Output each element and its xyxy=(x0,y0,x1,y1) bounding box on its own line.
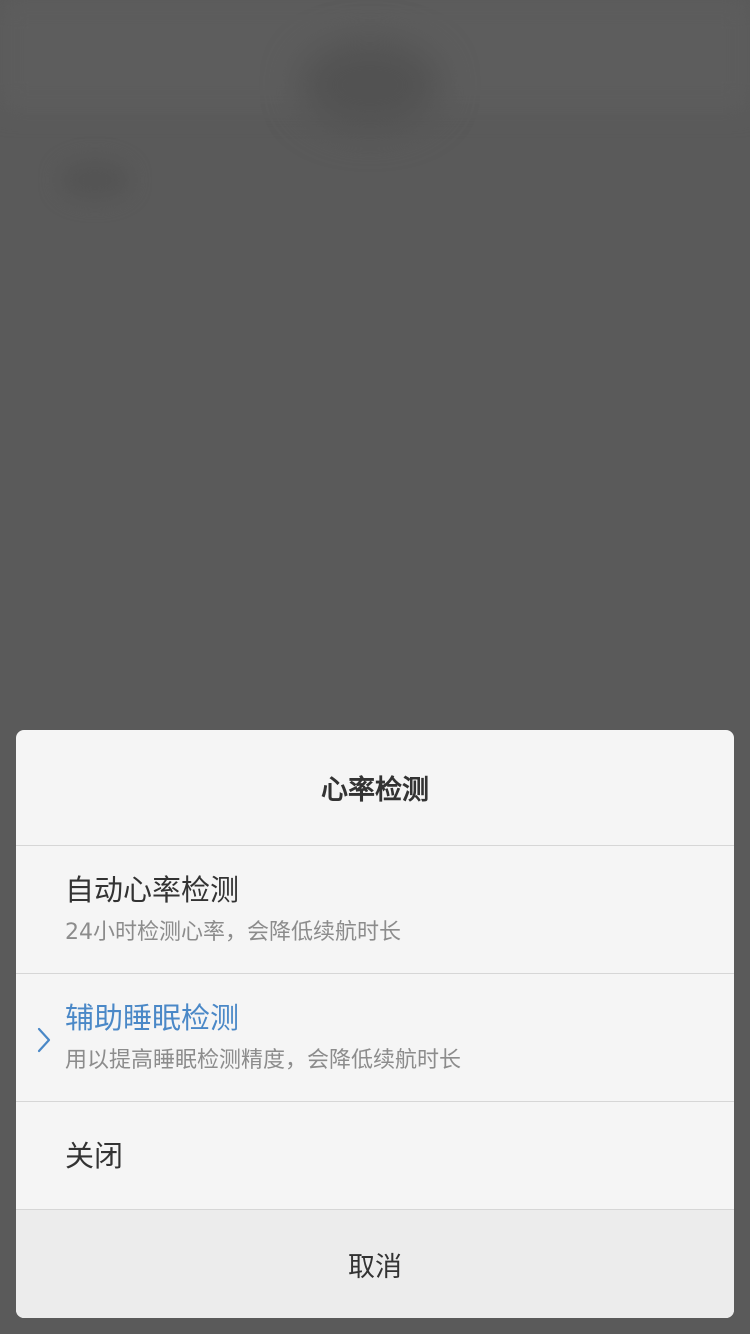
sheet-title: 心率检测 xyxy=(16,730,734,846)
option-title: 辅助睡眠检测 xyxy=(65,1001,240,1035)
option-auto-heart-rate[interactable]: 自动心率检测 24小时检测心率，会降低续航时长 xyxy=(16,846,734,974)
option-subtitle: 24小时检测心率，会降低续航时长 xyxy=(65,920,401,945)
action-sheet: 心率检测 自动心率检测 24小时检测心率，会降低续航时长 辅助睡眠检测 用以提高… xyxy=(16,730,734,1318)
option-off[interactable]: 关闭 xyxy=(16,1102,734,1210)
option-subtitle: 用以提高睡眠检测精度，会降低续航时长 xyxy=(65,1048,462,1073)
cancel-button[interactable]: 取消 xyxy=(16,1210,734,1318)
option-sleep-assist[interactable]: 辅助睡眠检测 用以提高睡眠检测精度，会降低续航时长 xyxy=(16,974,734,1102)
background-blur-shape xyxy=(300,40,440,130)
option-title: 自动心率检测 xyxy=(65,873,240,907)
screen: 心率检测 自动心率检测 24小时检测心率，会降低续航时长 辅助睡眠检测 用以提高… xyxy=(0,0,750,1334)
option-title: 关闭 xyxy=(65,1138,124,1173)
chevron-right-icon xyxy=(37,1027,51,1053)
background-blur-shape xyxy=(60,160,130,200)
